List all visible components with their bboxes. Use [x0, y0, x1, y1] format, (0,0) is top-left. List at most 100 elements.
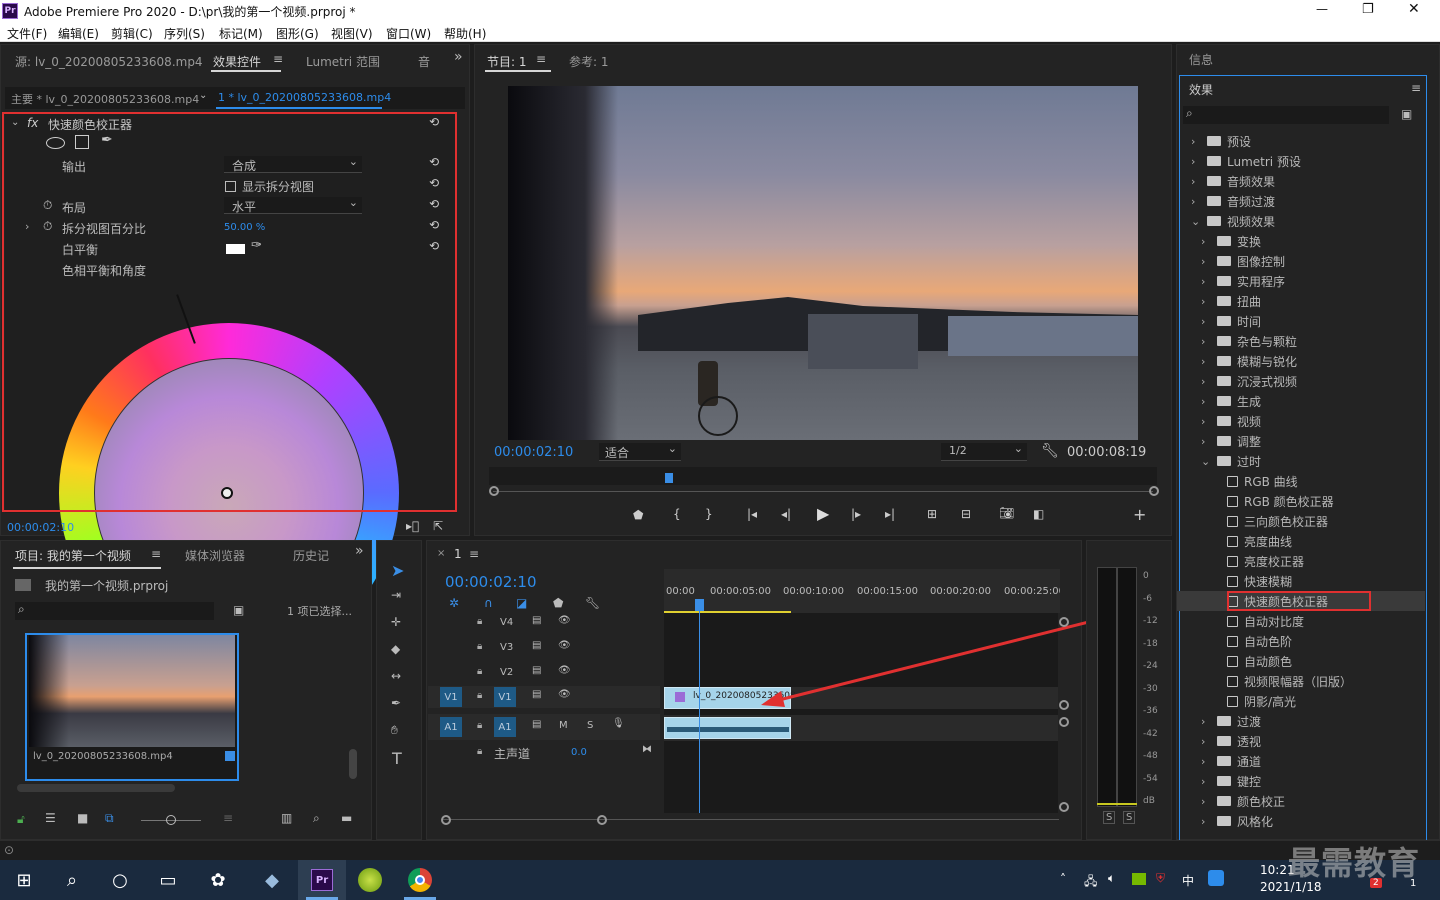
chevron-right-icon[interactable]: ›: [1201, 275, 1211, 288]
task-view-icon[interactable]: ▭: [148, 860, 188, 900]
effects-folder[interactable]: › 杂色与颗粒: [1177, 331, 1425, 351]
menu-clip[interactable]: 剪辑(C): [111, 25, 153, 42]
pinwheel-app-icon[interactable]: ✿: [198, 860, 238, 900]
find-bin-icon[interactable]: ▣: [233, 603, 244, 617]
qq-icon[interactable]: [1208, 870, 1224, 886]
chevron-right-icon[interactable]: ›: [1201, 375, 1211, 388]
project-search-input[interactable]: ⌕: [15, 602, 214, 620]
nest-icon[interactable]: ✲: [449, 596, 459, 610]
chevron-right-icon[interactable]: ›: [1201, 315, 1211, 328]
solo-left-button[interactable]: S: [1103, 811, 1116, 824]
pen-tool-icon[interactable]: ✒: [391, 696, 401, 710]
ime-indicator[interactable]: 中: [1182, 872, 1194, 889]
menu-window[interactable]: 窗口(W): [386, 25, 431, 42]
close-icon[interactable]: ×: [437, 548, 445, 559]
panel-menu-icon[interactable]: ≡: [273, 52, 283, 66]
effects-folder[interactable]: › 图像控制: [1177, 251, 1425, 271]
lock-icon[interactable]: 🔓︎: [17, 812, 25, 827]
panel-menu-icon[interactable]: ≡: [469, 547, 479, 561]
chevron-right-icon[interactable]: ›: [1191, 135, 1201, 148]
chevron-right-icon[interactable]: ›: [1201, 435, 1211, 448]
export-frame-icon[interactable]: ▸⃫: [406, 519, 419, 533]
effects-folder[interactable]: › 扭曲: [1177, 291, 1425, 311]
restore-button[interactable]: ❐: [1362, 2, 1374, 17]
mark-out-icon[interactable]: }: [705, 507, 713, 521]
wrench-icon[interactable]: 🔧︎: [1041, 443, 1059, 459]
new-bin-icon[interactable]: ▬: [341, 811, 352, 825]
menu-marker[interactable]: 标记(M): [219, 25, 263, 42]
effects-search-input[interactable]: ⌕: [1183, 106, 1389, 124]
sync-icon[interactable]: ▤: [532, 665, 541, 676]
effects-folder[interactable]: › 预设: [1177, 131, 1425, 151]
step-back-icon[interactable]: ◂|: [781, 507, 791, 521]
find-icon[interactable]: ⌕: [313, 811, 320, 826]
selection-tool-icon[interactable]: ➤: [391, 561, 404, 580]
chrome-icon[interactable]: [400, 860, 440, 900]
microphone-icon[interactable]: 🎙︎: [612, 718, 625, 729]
lock-icon[interactable]: 🔒︎: [477, 616, 482, 627]
chevron-right-icon[interactable]: ›: [1201, 735, 1211, 748]
security-icon[interactable]: ⛨: [1156, 871, 1165, 886]
effect-item[interactable]: RGB 颜色校正器: [1177, 491, 1425, 511]
project-hscroll[interactable]: [17, 784, 175, 792]
razor-tool-icon[interactable]: ◆: [391, 642, 400, 656]
effect-item[interactable]: 自动对比度: [1177, 611, 1425, 631]
effect-item[interactable]: 自动颜色: [1177, 651, 1425, 671]
effect-item[interactable]: 阴影/高光: [1177, 691, 1425, 711]
go-to-in-icon[interactable]: |◂: [747, 507, 757, 521]
tab-info[interactable]: 信息: [1189, 51, 1213, 68]
premiere-taskbar-icon[interactable]: Pr: [302, 860, 342, 900]
lock-icon[interactable]: 🔒︎: [477, 666, 482, 677]
go-to-out-icon[interactable]: ▸|: [885, 507, 895, 521]
chevron-right-icon[interactable]: ›: [1201, 775, 1211, 788]
volume-icon[interactable]: 🔈︎: [1108, 871, 1115, 886]
effects-folder[interactable]: › 变换: [1177, 231, 1425, 251]
vscroll-handle[interactable]: [1059, 700, 1069, 710]
menu-sequence[interactable]: 序列(S): [164, 25, 205, 42]
mark-in-icon[interactable]: {: [673, 507, 681, 521]
chevron-right-icon[interactable]: ›: [1191, 175, 1201, 188]
sort-icon[interactable]: ≡: [223, 811, 233, 825]
menu-file[interactable]: 文件(F): [7, 25, 47, 42]
sequence-clip-label[interactable]: 1 * lv_0_20200805233608.mp4: [218, 91, 391, 104]
tab-history[interactable]: 历史记: [293, 547, 329, 564]
effects-folder[interactable]: › 过渡: [1177, 711, 1425, 731]
comparison-view-icon[interactable]: ◧: [1033, 507, 1044, 521]
lock-icon[interactable]: 🔒︎: [477, 720, 482, 731]
timeline-timecode[interactable]: 00:00:02:10: [445, 573, 537, 591]
add-marker-icon[interactable]: ⬟: [553, 596, 563, 610]
tabs-overflow-icon[interactable]: »: [454, 49, 463, 65]
audio-clip[interactable]: [664, 717, 791, 739]
zoom-handle-left[interactable]: [489, 486, 499, 496]
chevron-right-icon[interactable]: ›: [1201, 395, 1211, 408]
chevron-right-icon[interactable]: ›: [1201, 335, 1211, 348]
freeform-view-icon[interactable]: ⧉: [105, 811, 114, 826]
panel-menu-icon[interactable]: ≡: [1411, 81, 1421, 95]
step-forward-icon[interactable]: |▸: [851, 507, 861, 521]
chevron-right-icon[interactable]: ›: [1201, 415, 1211, 428]
automate-icon[interactable]: ▥: [281, 811, 292, 825]
hscroll-handle[interactable]: [441, 815, 451, 825]
effects-folder[interactable]: › 音频效果: [1177, 171, 1425, 191]
list-view-icon[interactable]: ☰: [45, 811, 56, 825]
zoom-slider-handle[interactable]: [166, 815, 176, 825]
tab-project[interactable]: 项目: 我的第一个视频: [15, 547, 131, 564]
network-icon[interactable]: 🖧︎: [1084, 872, 1097, 893]
tab-effect-controls[interactable]: 效果控件: [213, 53, 261, 70]
track-target-a1[interactable]: A1: [494, 717, 516, 737]
effects-folder[interactable]: › 时间: [1177, 311, 1425, 331]
menu-graphics[interactable]: 图形(G): [276, 25, 319, 42]
effects-folder[interactable]: › 实用程序: [1177, 271, 1425, 291]
source-patch-v1[interactable]: V1: [440, 687, 462, 707]
panel-menu-icon[interactable]: ≡: [536, 52, 546, 66]
effect-item[interactable]: RGB 曲线: [1177, 471, 1425, 491]
slip-tool-icon[interactable]: ↔: [391, 669, 401, 683]
program-video-frame[interactable]: [508, 86, 1138, 440]
effects-folder[interactable]: ⌄ 视频效果: [1177, 211, 1425, 231]
sync-icon[interactable]: ▤: [532, 615, 541, 626]
add-marker-icon[interactable]: ⬟: [633, 508, 643, 522]
linked-selection-icon[interactable]: ◪: [516, 596, 527, 610]
chevron-right-icon[interactable]: ›: [1201, 795, 1211, 808]
tab-audio[interactable]: 音: [418, 53, 430, 70]
fit-dropdown[interactable]: 适合 ⌄: [599, 442, 681, 461]
